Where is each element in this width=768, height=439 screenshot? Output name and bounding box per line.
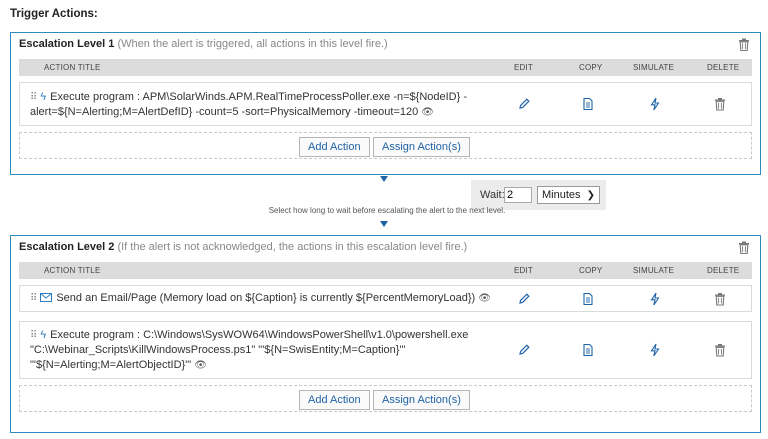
column-simulate: SIMULATE <box>633 63 675 72</box>
level-2-table-header: ACTION TITLE EDIT COPY SIMULATE DELETE <box>19 262 752 279</box>
wait-label: Wait: <box>480 189 505 201</box>
level-2-title: Escalation Level 2 <box>19 241 115 253</box>
column-copy: COPY <box>579 266 603 275</box>
action-text-line: Execute program : C:\Windows\SysWOW64\Wi… <box>50 329 469 341</box>
level-2-description: (If the alert is not acknowledged, the a… <box>117 241 468 253</box>
level-1-drop-zone: Add Action Assign Action(s) <box>19 132 752 159</box>
wait-hint: Select how long to wait before escalatin… <box>268 206 506 215</box>
column-edit: EDIT <box>514 266 534 275</box>
lightning-icon: ϟ <box>40 91 47 103</box>
arrow-down-icon <box>380 221 388 227</box>
simulate-lightning-icon[interactable] <box>648 343 662 357</box>
action-title[interactable]: ⠿ ϟ Execute program : C:\Windows\SysWOW64\… <box>30 328 468 373</box>
action-row-2-1[interactable]: ⠿ Send an Email/Page (Memory load on ${Ca… <box>19 285 752 312</box>
level-2-drop-zone: Add Action Assign Action(s) <box>19 385 752 412</box>
preview-eye-icon[interactable]: 👁 <box>478 293 491 304</box>
column-delete: DELETE <box>707 63 740 72</box>
preview-eye-icon[interactable]: 👁 <box>421 107 434 118</box>
action-text-line: Send an Email/Page (Memory load on ${Cap… <box>56 292 476 304</box>
wait-value-input[interactable] <box>504 187 532 203</box>
escalation-level-1: Escalation Level 1 (When the alert is tr… <box>10 32 761 175</box>
assign-actions-button[interactable]: Assign Action(s) <box>373 137 470 157</box>
action-row-2-2[interactable]: ⠿ ϟ Execute program : C:\Windows\SysWOW64\… <box>19 321 752 379</box>
copy-document-icon[interactable] <box>581 343 595 357</box>
escalation-level-2: Escalation Level 2 (If the alert is not … <box>10 235 761 433</box>
level-2-header: Escalation Level 2 (If the alert is not … <box>11 236 760 262</box>
action-text-line: alert=${N=Alerting;M=AlertDefID} -count=… <box>30 106 419 118</box>
column-delete: DELETE <box>707 266 740 275</box>
add-action-button[interactable]: Add Action <box>299 390 370 410</box>
column-action-title: ACTION TITLE <box>44 63 101 72</box>
delete-trash-icon[interactable] <box>713 97 727 111</box>
drag-handle-icon[interactable]: ⠿ <box>30 330 37 341</box>
level-1-table-header: ACTION TITLE EDIT COPY SIMULATE DELETE <box>19 59 752 76</box>
level-1-title: Escalation Level 1 <box>19 38 115 50</box>
simulate-lightning-icon[interactable] <box>648 97 662 111</box>
column-simulate: SIMULATE <box>633 266 675 275</box>
action-text-line: "'${N=Alerting;M=AlertObjectID}'" <box>30 359 192 371</box>
delete-trash-icon[interactable] <box>713 343 727 357</box>
lightning-icon: ϟ <box>40 329 47 341</box>
drag-handle-icon[interactable]: ⠿ <box>30 92 37 103</box>
assign-actions-button[interactable]: Assign Action(s) <box>373 390 470 410</box>
envelope-icon <box>40 293 53 302</box>
edit-pencil-icon[interactable] <box>517 292 531 306</box>
column-copy: COPY <box>579 63 603 72</box>
copy-document-icon[interactable] <box>581 97 595 111</box>
simulate-lightning-icon[interactable] <box>648 292 662 306</box>
delete-level-1-icon[interactable] <box>738 38 750 51</box>
action-text-line: Execute program : APM\SolarWinds.APM.Rea… <box>50 91 468 103</box>
column-edit: EDIT <box>514 63 534 72</box>
wait-unit-value: Minutes <box>542 189 581 201</box>
copy-document-icon[interactable] <box>581 292 595 306</box>
column-action-title: ACTION TITLE <box>44 266 101 275</box>
edit-pencil-icon[interactable] <box>517 97 531 111</box>
action-title[interactable]: ⠿ ϟ Execute program : APM\SolarWinds.APM.R… <box>30 90 467 120</box>
action-text-line: "C:\Webinar_Scripts\KillWindowsProcess.p… <box>30 344 406 356</box>
delete-level-2-icon[interactable] <box>738 241 750 254</box>
action-row-1-1[interactable]: ⠿ ϟ Execute program : APM\SolarWinds.APM.R… <box>19 82 752 126</box>
drag-handle-icon[interactable]: ⠿ <box>30 293 37 304</box>
section-title: Trigger Actions: <box>10 8 98 20</box>
arrow-down-icon <box>380 176 388 182</box>
level-1-header: Escalation Level 1 (When the alert is tr… <box>11 33 760 59</box>
edit-pencil-icon[interactable] <box>517 343 531 357</box>
chevron-down-icon: ❯ <box>586 190 595 201</box>
action-title[interactable]: ⠿ Send an Email/Page (Memory load on ${Ca… <box>30 291 491 306</box>
wait-unit-select[interactable]: Minutes ❯ <box>537 186 600 204</box>
delete-trash-icon[interactable] <box>713 292 727 306</box>
add-action-button[interactable]: Add Action <box>299 137 370 157</box>
preview-eye-icon[interactable]: 👁 <box>194 360 207 371</box>
level-1-description: (When the alert is triggered, all action… <box>117 38 388 50</box>
